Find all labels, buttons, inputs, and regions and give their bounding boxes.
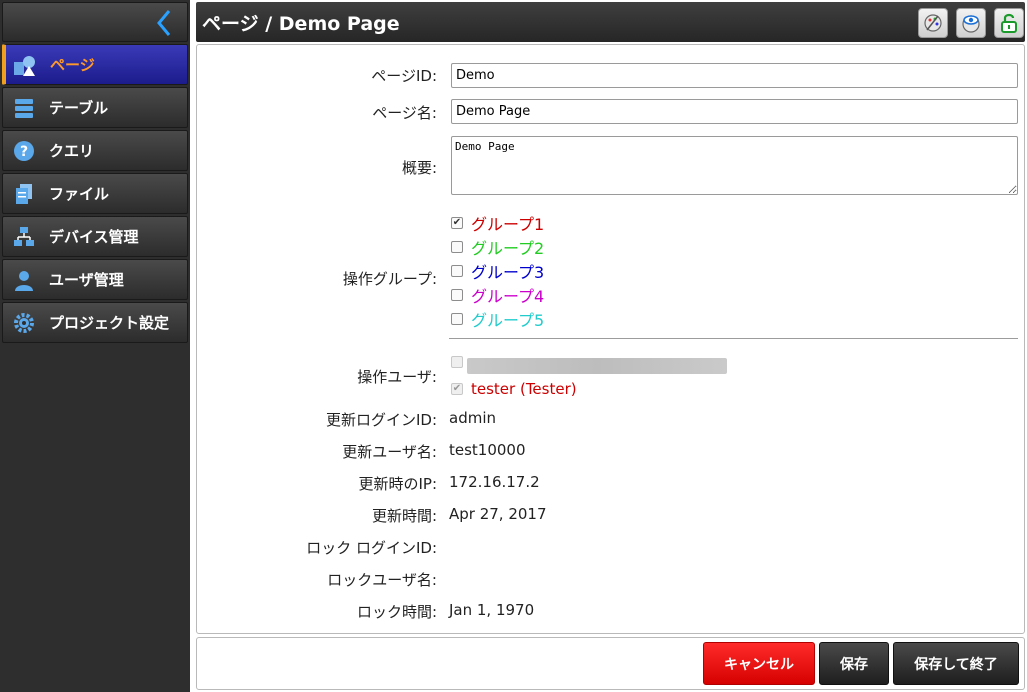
unlock-button[interactable] (994, 8, 1024, 38)
unlock-icon (1001, 13, 1017, 33)
update-ip-label: 更新時のIP: (358, 475, 437, 493)
users-label: 操作ユーザ: (357, 368, 437, 386)
checkbox[interactable] (451, 265, 463, 277)
checkbox[interactable] (451, 289, 463, 301)
checkbox[interactable] (451, 313, 463, 325)
checkbox-checked-disabled: ✔ (451, 383, 463, 395)
settings-gear-icon (11, 310, 37, 336)
lock-login-id-label: ロック ログインID: (306, 539, 437, 557)
lock-time-label: ロック時間: (356, 603, 437, 621)
save-and-exit-button[interactable]: 保存して終了 (893, 642, 1019, 685)
update-time-label: 更新時間: (371, 507, 437, 525)
group-checkbox-item[interactable]: グループ4 (451, 283, 544, 307)
sidebar-item-page[interactable]: ページ (2, 44, 188, 85)
sidebar-item-label: デバイス管理 (49, 228, 139, 246)
lock-time-value: Jan 1, 1970 (449, 601, 535, 619)
query-icon: ? (11, 138, 37, 164)
user-checkbox-item: ✔ tester (Tester) (451, 380, 577, 398)
checkbox-disabled (451, 356, 463, 368)
summary-label: 概要: (401, 159, 437, 177)
sidebar-item-user[interactable]: ユーザ管理 (2, 259, 188, 300)
page-id-input[interactable] (451, 63, 1018, 88)
table-icon (11, 95, 37, 121)
checkbox[interactable] (451, 241, 463, 253)
page-name-label: ページ名: (372, 104, 437, 122)
eye-icon (962, 15, 980, 33)
sidebar-item-query[interactable]: ? クエリ (2, 130, 188, 171)
group-checkbox-item[interactable]: グループ5 (451, 307, 544, 331)
update-user-name-value: test10000 (449, 441, 526, 459)
save-button[interactable]: 保存 (819, 642, 889, 685)
sidebar-item-label: テーブル (49, 99, 109, 117)
checkbox-checked[interactable]: ✔ (451, 217, 463, 229)
group-name: グループ2 (471, 239, 545, 258)
groups-label: 操作グループ: (342, 270, 437, 288)
sidebar: ページ テーブル ? クエリ ファイル デバイス管理 ユーザ管理 プロジェクト設… (0, 0, 190, 692)
summary-textarea[interactable]: Demo Page (451, 136, 1018, 195)
sidebar-item-label: ユーザ管理 (49, 271, 124, 289)
update-time-value: Apr 27, 2017 (449, 505, 547, 523)
sidebar-item-label: ページ (50, 56, 95, 74)
svg-text:?: ? (20, 144, 28, 160)
update-ip-value: 172.16.17.2 (449, 473, 540, 491)
page-form: ページID: ページ名: 概要: Demo Page 操作グループ: ✔ グルー… (196, 44, 1025, 634)
preview-button[interactable] (956, 8, 986, 38)
design-button[interactable] (918, 8, 948, 38)
palette-icon (924, 14, 942, 32)
lock-user-name-label: ロックユーザ名: (327, 571, 437, 589)
sidebar-collapse-button[interactable] (2, 2, 188, 42)
sidebar-item-label: プロジェクト設定 (49, 314, 170, 332)
update-user-name-label: 更新ユーザ名: (342, 443, 437, 461)
device-icon (11, 224, 37, 250)
sidebar-item-device[interactable]: デバイス管理 (2, 216, 188, 257)
sidebar-item-file[interactable]: ファイル (2, 173, 188, 214)
group-name: グループ4 (471, 287, 545, 306)
page-name-input[interactable] (451, 99, 1018, 124)
group-checkbox-item[interactable]: グループ3 (451, 259, 544, 283)
group-name: グループ5 (471, 311, 545, 330)
group-checkbox-item[interactable]: ✔ グループ1 (451, 211, 544, 235)
page-icon (12, 52, 38, 78)
update-login-id-value: admin (449, 409, 496, 427)
user-icon (11, 267, 37, 293)
sidebar-item-project-settings[interactable]: プロジェクト設定 (2, 302, 188, 343)
chevron-left-icon (157, 10, 171, 36)
file-icon (11, 181, 37, 207)
update-login-id-label: 更新ログインID: (325, 411, 437, 429)
user-name: tester (Tester) (471, 380, 577, 398)
group-name: グループ1 (471, 215, 545, 234)
divider (449, 338, 1018, 339)
redacted-user-name (467, 358, 727, 374)
group-checkbox-item[interactable]: グループ2 (451, 235, 544, 259)
page-header: ページ / Demo Page (196, 2, 1025, 42)
cancel-button[interactable]: キャンセル (703, 642, 815, 685)
page-id-label: ページID: (371, 67, 437, 85)
sidebar-item-label: クエリ (49, 142, 95, 160)
sidebar-item-table[interactable]: テーブル (2, 87, 188, 128)
group-name: グループ3 (471, 263, 545, 282)
page-title: ページ / Demo Page (202, 13, 400, 35)
sidebar-item-label: ファイル (49, 185, 110, 203)
form-footer: キャンセル 保存 保存して終了 (196, 637, 1025, 690)
